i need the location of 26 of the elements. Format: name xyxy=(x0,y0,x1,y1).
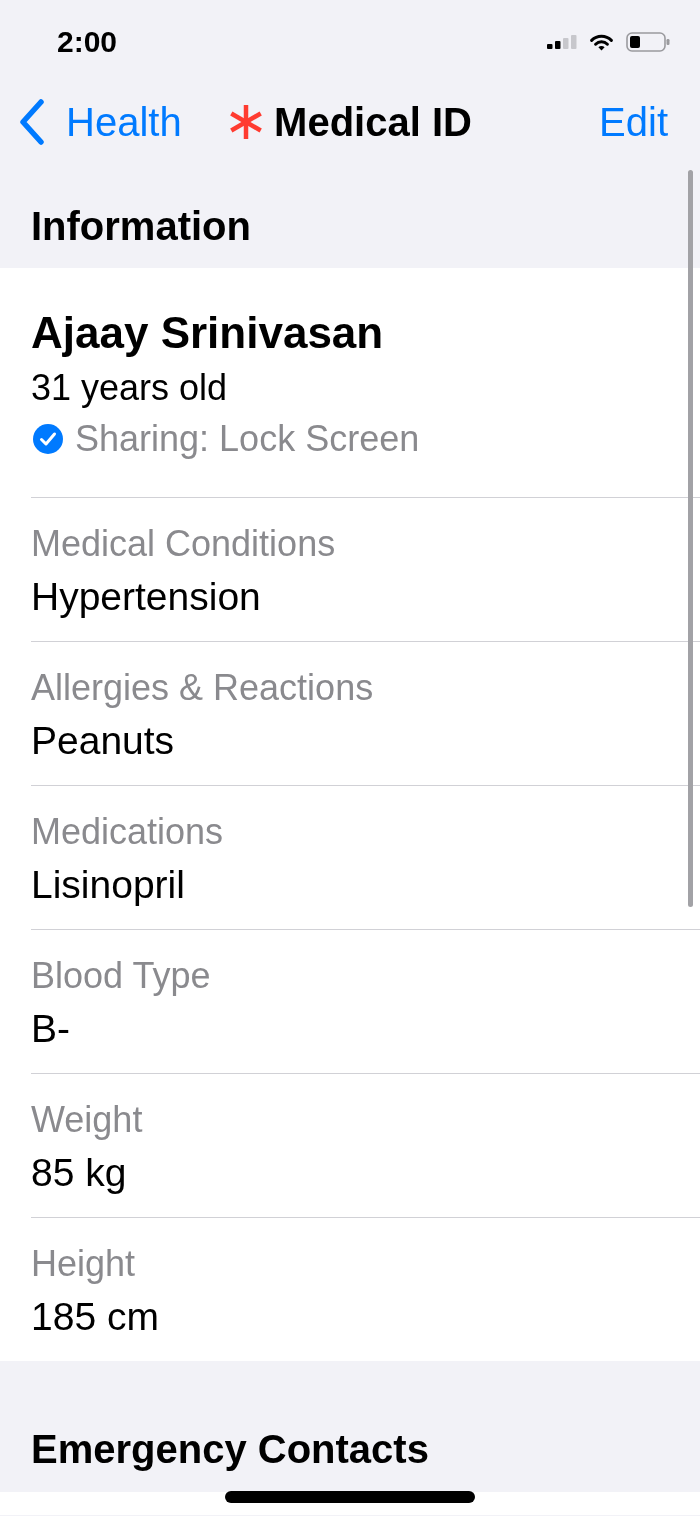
field-label: Weight xyxy=(31,1099,143,1141)
status-time: 2:00 xyxy=(57,24,118,60)
field-value: 85 kg xyxy=(31,1151,127,1195)
wifi-icon xyxy=(589,33,614,51)
profile-name: Ajaay Srinivasan xyxy=(31,307,384,359)
field-value: 185 cm xyxy=(31,1295,159,1339)
signal-icon xyxy=(547,35,577,49)
field-value: Hypertension xyxy=(31,575,261,619)
field-value: Lisinopril xyxy=(31,863,185,907)
field-label: Medications xyxy=(31,811,224,853)
profile-age: 31 years old xyxy=(31,367,228,409)
nav-title: Medical ID xyxy=(274,99,472,146)
field-value: Peanuts xyxy=(31,719,175,763)
asterisk-icon xyxy=(228,104,265,140)
field-label: Blood Type xyxy=(31,955,211,997)
battery-icon xyxy=(626,32,670,52)
edit-button[interactable]: Edit xyxy=(599,98,668,146)
chevron-left-icon xyxy=(18,99,46,145)
sharing-status: Sharing: Lock Screen xyxy=(75,418,420,460)
field-value: B- xyxy=(31,1007,70,1051)
section-heading: Emergency Contacts xyxy=(31,1426,429,1473)
field-label: Allergies & Reactions xyxy=(31,667,374,709)
field-label: Medical Conditions xyxy=(31,523,336,565)
field-label: Height xyxy=(31,1243,136,1285)
section-heading: Information xyxy=(31,203,251,250)
back-button[interactable]: Health xyxy=(0,98,182,146)
